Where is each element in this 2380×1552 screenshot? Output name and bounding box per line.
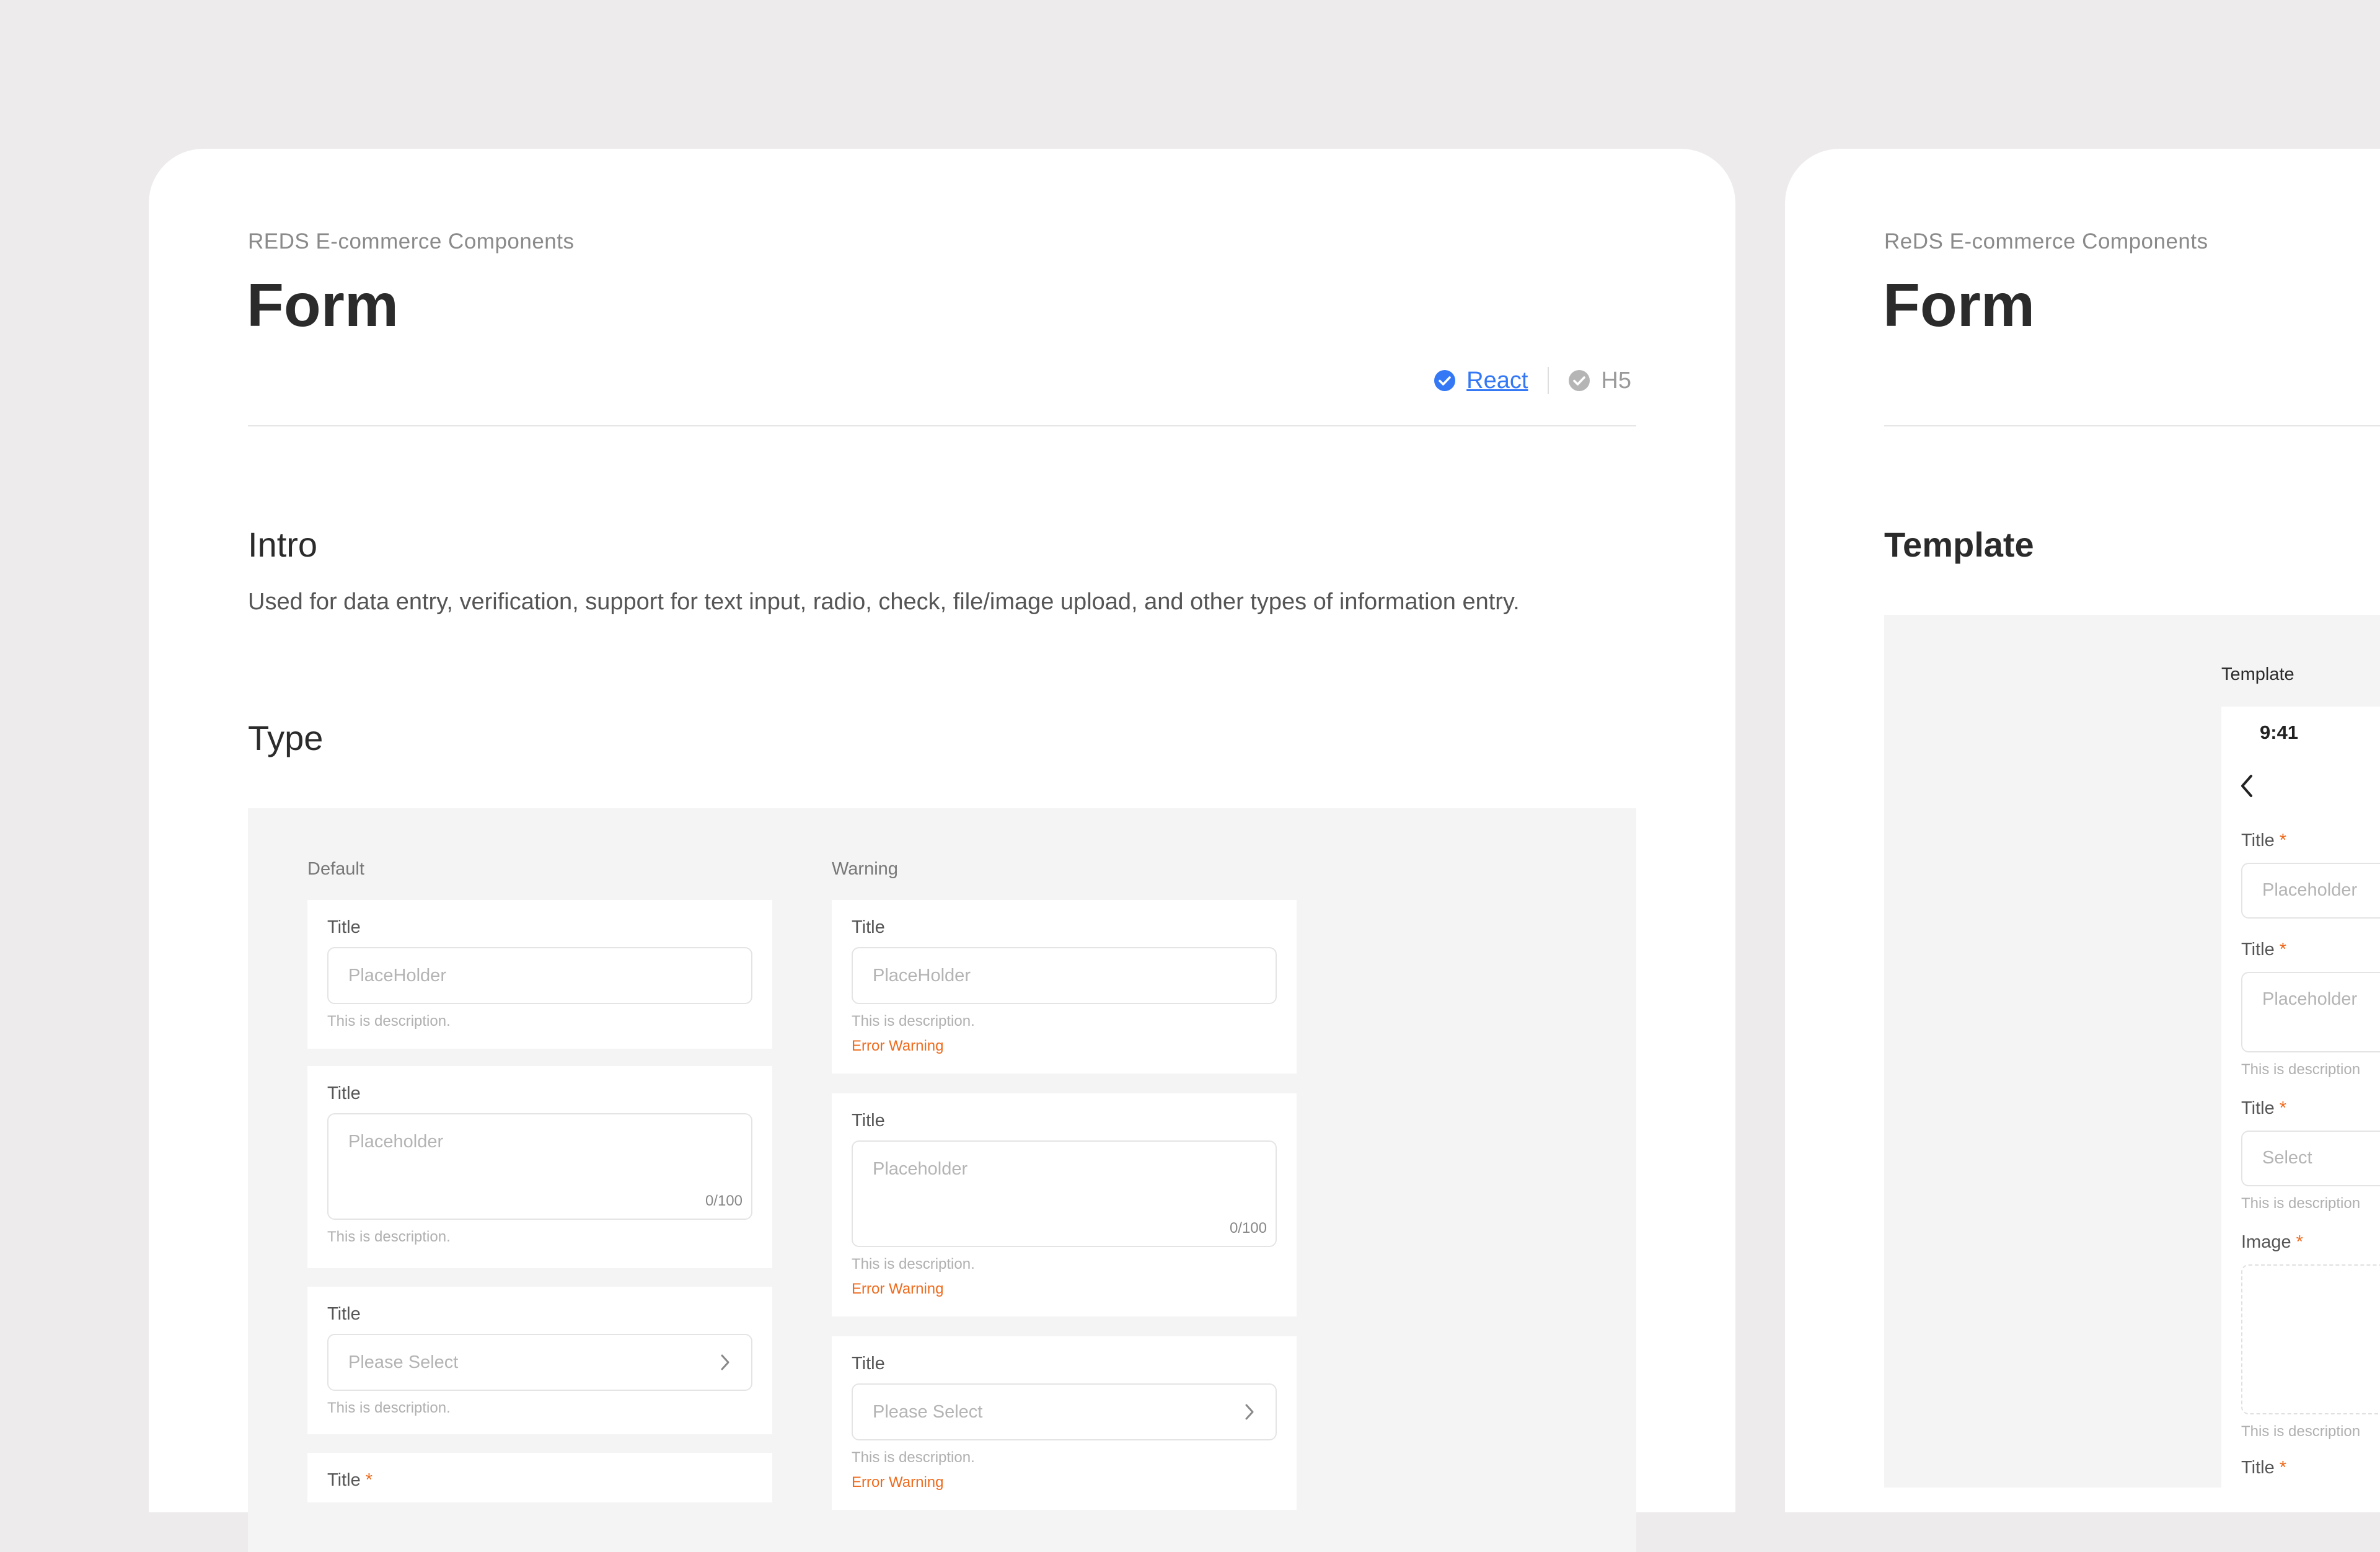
error-warning: Error Warning: [852, 1038, 944, 1054]
warning-input-item: Title PlaceHolder This is description. E…: [832, 900, 1297, 1074]
field-title-text: Title: [2241, 1098, 2275, 1118]
chevron-right-icon: [721, 1354, 729, 1370]
version-switch: React H5: [1434, 367, 1631, 394]
field-description: This is description.: [852, 1449, 975, 1466]
doc-subtitle: ReDS E-commerce Components: [1884, 229, 2208, 254]
field-title: Title: [852, 1354, 885, 1373]
textarea-placeholder: Placeholder: [873, 1159, 968, 1179]
field-title: Title *: [2241, 940, 2286, 960]
select-placeholder: Please Select: [873, 1402, 983, 1422]
default-select[interactable]: Please Select: [327, 1334, 752, 1391]
warning-textarea[interactable]: Placeholder 0/100: [852, 1140, 1277, 1247]
template-text-input[interactable]: Placeholder: [2241, 863, 2380, 919]
field-description: This is description: [2241, 1061, 2361, 1078]
warning-select[interactable]: Please Select: [852, 1383, 1277, 1440]
field-title: Title: [327, 1083, 361, 1103]
version-divider: [1548, 367, 1549, 394]
page-title: Form: [1883, 271, 2035, 339]
textarea-placeholder: Placeholder: [2262, 989, 2358, 1009]
default-select-item: Title Please Select This is description.: [307, 1287, 772, 1434]
field-title: Title *: [2241, 831, 2286, 851]
required-asterisk: *: [2296, 1232, 2303, 1252]
field-description: This is description.: [327, 1228, 451, 1245]
warning-text-input[interactable]: PlaceHolder: [852, 947, 1277, 1004]
input-placeholder: Placeholder: [2262, 880, 2358, 900]
template-heading: Template: [1884, 525, 2034, 564]
field-title: Title *: [2241, 1458, 2286, 1478]
field-title: Title *: [327, 1470, 372, 1491]
field-title: Title: [852, 917, 885, 937]
field-title-text: Title: [2241, 940, 2275, 959]
field-title: Title *: [2241, 1098, 2286, 1119]
field-title-text: Title: [2241, 831, 2275, 850]
warning-column-label: Warning: [832, 859, 898, 879]
default-column-label: Default: [307, 859, 364, 879]
intro-text: Used for data entry, verification, suppo…: [248, 589, 1520, 615]
warning-select-item: Title Please Select This is description.…: [832, 1336, 1297, 1510]
chevron-right-icon: [1245, 1404, 1254, 1420]
react-version-link[interactable]: React: [1466, 368, 1528, 394]
field-title-text: Title: [327, 1470, 361, 1490]
field-title: Title: [852, 1111, 885, 1131]
error-warning: Error Warning: [852, 1474, 944, 1491]
required-asterisk: *: [365, 1470, 373, 1490]
required-asterisk: *: [2279, 831, 2287, 850]
select-placeholder: Select: [2262, 1148, 2312, 1168]
char-counter: 0/100: [705, 1193, 743, 1209]
field-description: This is description.: [852, 1013, 975, 1030]
required-asterisk: *: [2279, 1458, 2287, 1478]
header-divider: [248, 425, 1636, 426]
error-warning: Error Warning: [852, 1281, 944, 1297]
field-description: This is description.: [327, 1400, 451, 1416]
field-title-text: Title: [2241, 1458, 2275, 1478]
h5-version-link[interactable]: H5: [1601, 368, 1631, 394]
default-textarea-item: Title Placeholder 0/100 This is descript…: [307, 1066, 772, 1268]
warning-textarea-item: Title Placeholder 0/100 This is descript…: [832, 1093, 1297, 1316]
select-placeholder: Please Select: [348, 1352, 459, 1372]
template-select[interactable]: Select: [2241, 1131, 2380, 1186]
field-title-text: Image: [2241, 1232, 2291, 1252]
input-placeholder: PlaceHolder: [348, 966, 446, 985]
doc-subtitle: REDS E-commerce Components: [248, 229, 575, 254]
header-divider: [1884, 425, 2380, 426]
field-description: This is description.: [327, 1013, 451, 1030]
page-title: Form: [247, 271, 399, 339]
default-textarea[interactable]: Placeholder 0/100: [327, 1113, 752, 1220]
phone-mockup: 9:41 Title * Placeholder Title * Placeho…: [2221, 707, 2380, 1488]
default-input-item: Title PlaceHolder This is description.: [307, 900, 772, 1049]
default-text-input[interactable]: PlaceHolder: [327, 947, 752, 1004]
char-counter: 0/100: [1229, 1220, 1267, 1237]
react-check-icon: [1434, 370, 1456, 391]
required-asterisk: *: [2279, 1098, 2287, 1118]
field-title: Title: [327, 1304, 361, 1324]
field-description: This is description.: [852, 1256, 975, 1272]
field-title: Title: [327, 917, 361, 937]
image-upload-area[interactable]: [2241, 1264, 2380, 1414]
status-time: 9:41: [2260, 721, 2299, 743]
field-title: Image *: [2241, 1232, 2303, 1253]
back-arrow-icon[interactable]: [2239, 774, 2256, 798]
type-heading: Type: [248, 718, 324, 757]
input-placeholder: PlaceHolder: [873, 966, 971, 985]
field-description: This is description: [2241, 1423, 2361, 1440]
h5-check-icon: [1569, 370, 1590, 391]
template-label: Template: [2221, 664, 2294, 684]
intro-heading: Intro: [248, 525, 318, 564]
default-required-item: Title *: [307, 1453, 772, 1502]
field-description: This is description: [2241, 1195, 2361, 1212]
textarea-placeholder: Placeholder: [348, 1132, 444, 1152]
template-textarea[interactable]: Placeholder: [2241, 972, 2380, 1052]
required-asterisk: *: [2279, 940, 2287, 959]
